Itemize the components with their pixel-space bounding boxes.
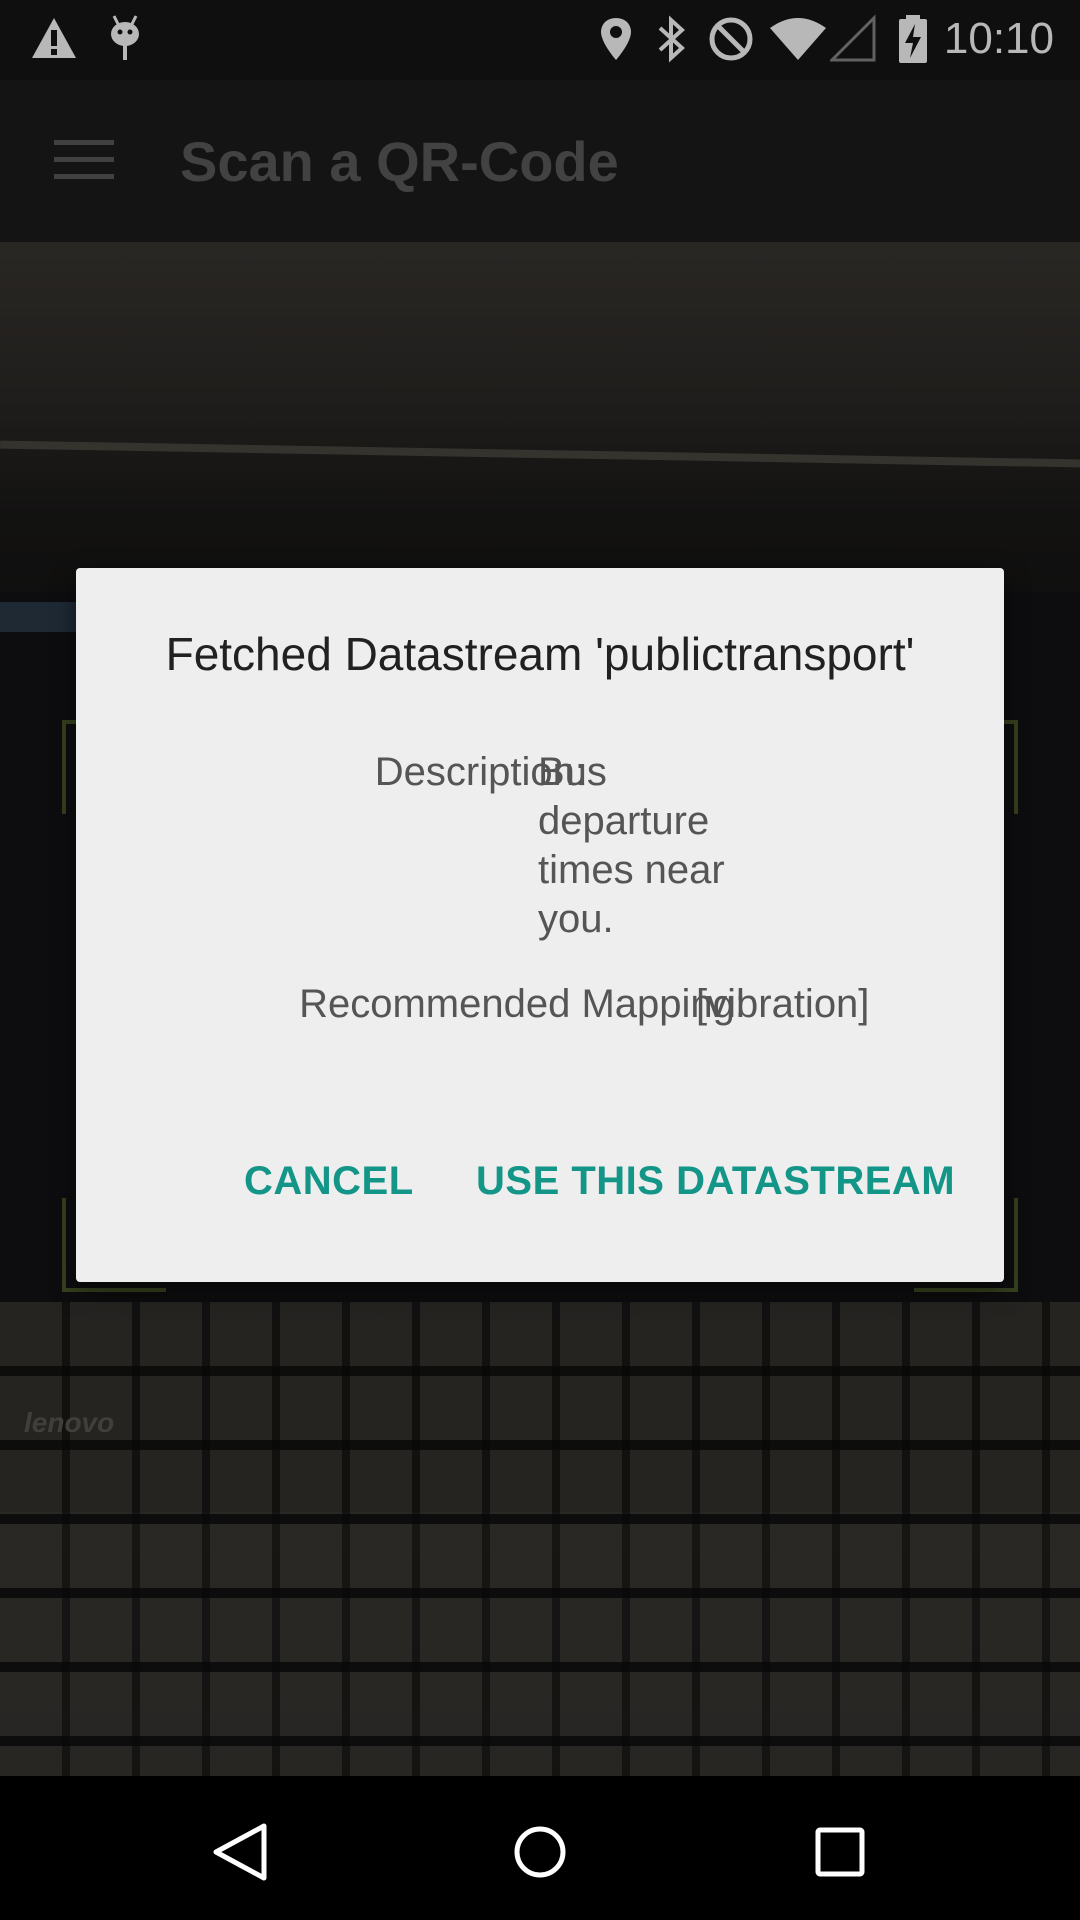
mapping-label: Recommended Mapping: bbox=[299, 982, 746, 1026]
mapping-value: [vibration] bbox=[696, 982, 870, 1026]
recent-apps-icon[interactable] bbox=[800, 1812, 880, 1892]
description-label: Description: bbox=[374, 750, 586, 794]
dialog-title: Fetched Datastream 'publictransport' bbox=[165, 628, 915, 680]
back-icon[interactable] bbox=[200, 1812, 280, 1892]
description-value: Bus departure times near you. bbox=[538, 750, 725, 941]
use-datastream-button[interactable]: USE THIS DATASTREAM bbox=[476, 1156, 955, 1206]
home-icon[interactable] bbox=[500, 1812, 580, 1892]
cancel-button[interactable]: CANCEL bbox=[244, 1156, 414, 1206]
datastream-dialog: Fetched Datastream 'publictransport' Des… bbox=[76, 568, 1004, 1282]
navigation-bar bbox=[0, 1776, 1080, 1920]
